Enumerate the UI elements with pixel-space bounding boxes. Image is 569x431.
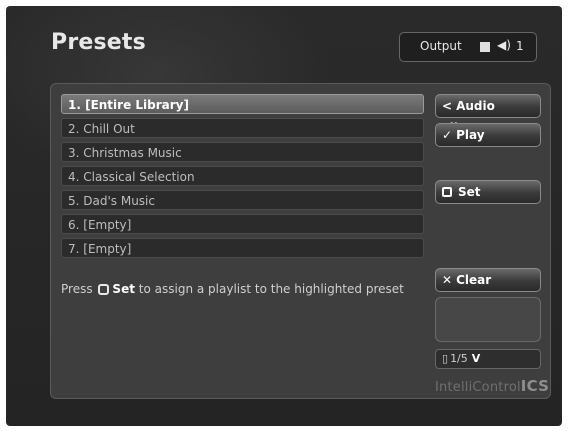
set-button[interactable]: Set: [435, 180, 541, 204]
preset-item-7[interactable]: 7. [Empty]: [61, 238, 424, 258]
header: Presets Output ◀) 1: [6, 6, 562, 76]
play-button[interactable]: ✓ Play: [435, 123, 541, 147]
output-indicator[interactable]: Output ◀) 1: [399, 32, 537, 62]
info-box: [435, 297, 541, 342]
page-count: 1/5: [450, 352, 468, 365]
hint-set-label: Set: [112, 282, 135, 296]
page-icon: ▯: [442, 352, 449, 365]
brand-suffix: ICS: [520, 377, 550, 395]
clear-label: Clear: [456, 273, 492, 287]
brand-logo: IntelliControlICS: [435, 377, 549, 395]
presets-panel: 1. [Entire Library] 2. Chill Out 3. Chri…: [50, 83, 551, 399]
audio-library-button[interactable]: <Audio Library: [435, 94, 541, 135]
hint-prefix: Press: [61, 282, 93, 296]
speaker-icon: ◀): [497, 38, 511, 52]
output-label: Output: [420, 39, 462, 53]
presets-screen: Presets Output ◀) 1 1. [Entire Library] …: [6, 6, 562, 426]
page-indicator[interactable]: ▯ 1/5 V: [435, 349, 541, 369]
preset-item-4[interactable]: 4. Classical Selection: [61, 166, 424, 186]
output-square-icon: [480, 42, 490, 52]
play-label: Play: [456, 128, 485, 142]
page-title: Presets: [51, 30, 146, 55]
instruction-text: Press Set to assign a playlist to the hi…: [61, 281, 411, 297]
preset-item-3[interactable]: 3. Christmas Music: [61, 142, 424, 162]
output-number: 1: [516, 39, 524, 53]
preset-item-2[interactable]: 2. Chill Out: [61, 118, 424, 138]
preset-item-6[interactable]: 6. [Empty]: [61, 214, 424, 234]
back-chevron-icon: <: [442, 99, 453, 113]
preset-list: 1. [Entire Library] 2. Chill Out 3. Chri…: [61, 94, 424, 262]
preset-item-1[interactable]: 1. [Entire Library]: [61, 94, 424, 114]
set-key-icon: [98, 284, 110, 295]
brand-prefix: IntelliControl: [435, 380, 521, 395]
clear-button[interactable]: ✕ Clear: [435, 268, 541, 292]
set-label: Set: [458, 185, 481, 199]
hint-suffix: to assign a playlist to the highlighted …: [138, 282, 404, 296]
preset-item-5[interactable]: 5. Dad's Music: [61, 190, 424, 210]
x-icon: ✕: [442, 273, 453, 287]
set-square-icon: [442, 187, 452, 197]
check-icon: ✓: [442, 128, 453, 142]
chevron-down-icon[interactable]: V: [472, 352, 481, 365]
